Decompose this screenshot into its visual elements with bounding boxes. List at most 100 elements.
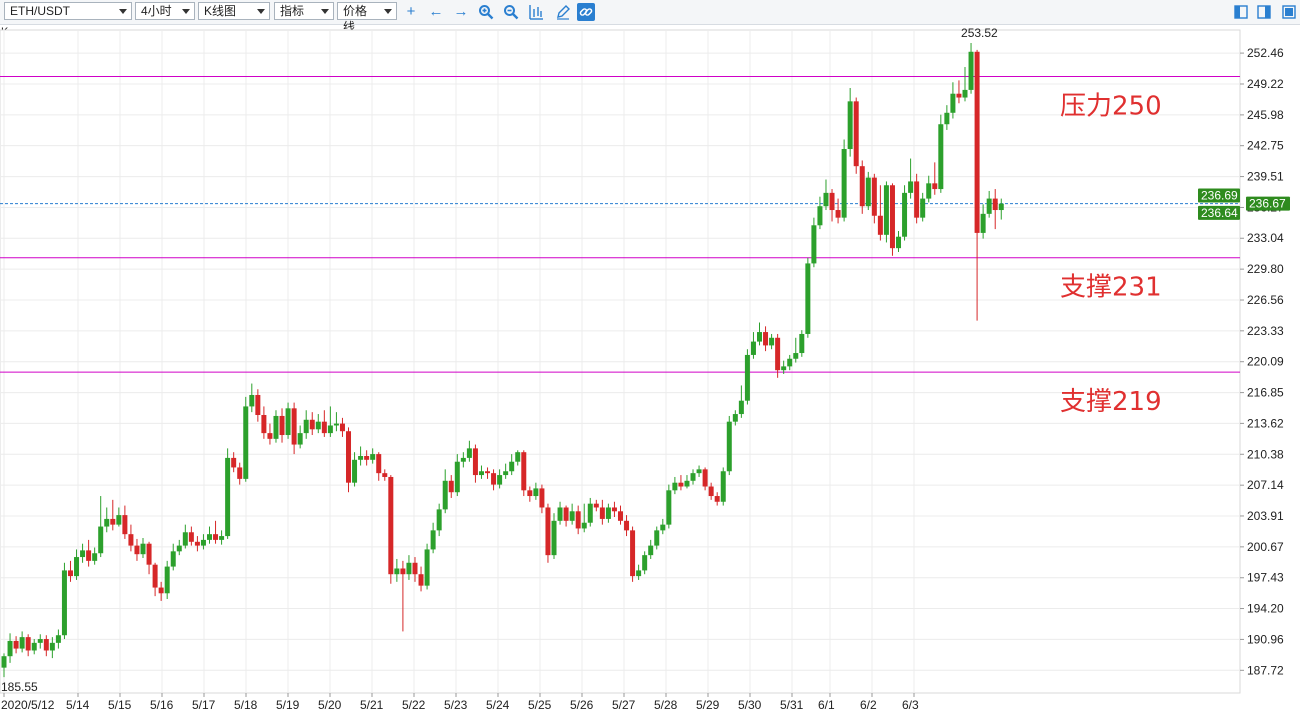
candle-body[interactable] [346, 431, 352, 483]
candle-body[interactable] [7, 640, 13, 657]
candle-body[interactable] [37, 639, 43, 643]
candle-body[interactable] [732, 414, 738, 422]
candle-body[interactable] [448, 480, 454, 493]
candle-body[interactable] [364, 455, 370, 460]
candle-body[interactable] [527, 490, 533, 497]
candle-body[interactable] [605, 507, 611, 519]
candle-body[interactable] [877, 215, 883, 235]
candle-body[interactable] [781, 366, 787, 371]
crosshair-icon[interactable]: + [402, 3, 420, 21]
candle-body[interactable] [231, 457, 237, 468]
candle-body[interactable] [757, 332, 762, 342]
candle-body[interactable] [116, 515, 122, 525]
candle-body[interactable] [889, 185, 895, 249]
candle-body[interactable] [672, 482, 678, 491]
candle-body[interactable] [339, 423, 345, 432]
candle-body[interactable] [297, 433, 303, 445]
candle-body[interactable] [376, 454, 382, 474]
candle-body[interactable] [497, 475, 503, 485]
candle-body[interactable] [110, 518, 116, 525]
panel-left-icon[interactable] [1232, 3, 1250, 21]
candle-body[interactable] [817, 206, 823, 226]
candlestick-chart[interactable]: 252.46249.22245.98242.75239.51236.27233.… [0, 25, 1300, 726]
candle-body[interactable] [273, 415, 279, 439]
candle-body[interactable] [188, 532, 194, 542]
candle-body[interactable] [575, 511, 581, 529]
candle-body[interactable] [956, 93, 962, 98]
candle-body[interactable] [950, 93, 956, 113]
candle-body[interactable] [624, 520, 630, 531]
candle-body[interactable] [98, 526, 104, 554]
candle-body[interactable] [55, 635, 61, 643]
candle-body[interactable] [944, 112, 950, 125]
candle-body[interactable] [49, 642, 55, 651]
candle-body[interactable] [352, 459, 358, 483]
candle-body[interactable] [581, 522, 587, 529]
candle-body[interactable] [86, 550, 92, 561]
candle-body[interactable] [557, 507, 563, 521]
candle-body[interactable] [92, 553, 98, 561]
candle-body[interactable] [545, 507, 551, 556]
candle-body[interactable] [865, 177, 871, 207]
candle-body[interactable] [738, 400, 744, 415]
candle-body[interactable] [853, 101, 859, 167]
candle-body[interactable] [920, 198, 926, 218]
candle-body[interactable] [750, 341, 756, 355]
candle-body[interactable] [80, 550, 86, 558]
candle-body[interactable] [31, 642, 37, 651]
candle-body[interactable] [225, 457, 231, 537]
arrow-right-icon[interactable]: → [452, 3, 470, 21]
candle-body[interactable] [932, 183, 938, 190]
candle-body[interactable] [25, 637, 31, 651]
candle-body[interactable] [358, 455, 364, 460]
candle-body[interactable] [303, 419, 309, 434]
candle-body[interactable] [593, 503, 599, 508]
candle-body[interactable] [859, 166, 865, 207]
candle-body[interactable] [158, 587, 164, 594]
candle-body[interactable] [509, 461, 515, 472]
candle-body[interactable] [660, 524, 666, 531]
candle-body[interactable] [1, 656, 7, 668]
candle-body[interactable] [787, 358, 793, 367]
candle-body[interactable] [654, 530, 660, 546]
candle-body[interactable] [533, 488, 539, 497]
candle-body[interactable] [309, 419, 315, 430]
candle-body[interactable] [539, 488, 545, 508]
candle-body[interactable] [472, 448, 478, 476]
candle-body[interactable] [249, 394, 255, 407]
candle-body[interactable] [394, 568, 400, 575]
candle-body[interactable] [243, 406, 249, 479]
chart-style-select[interactable]: K线图 [198, 2, 270, 20]
candle-body[interactable] [521, 452, 527, 491]
candle-body[interactable] [678, 482, 684, 487]
candle-body[interactable] [152, 564, 158, 588]
candle-body[interactable] [466, 448, 472, 458]
candle-body[interactable] [206, 534, 212, 540]
candle-body[interactable] [986, 198, 992, 214]
candle-body[interactable] [636, 570, 642, 577]
arrow-left-icon[interactable]: ← [427, 3, 445, 21]
candle-body[interactable] [720, 471, 726, 502]
candle-body[interactable] [140, 543, 146, 555]
candle-body[interactable] [648, 545, 654, 556]
candle-body[interactable] [485, 471, 491, 474]
candle-body[interactable] [914, 181, 920, 218]
candle-body[interactable] [406, 562, 412, 575]
candle-body[interactable] [829, 192, 835, 211]
candle-body[interactable] [938, 124, 944, 190]
candle-body[interactable] [811, 225, 817, 264]
candle-body[interactable] [194, 541, 200, 546]
candle-body[interactable] [442, 480, 448, 510]
candle-body[interactable] [883, 185, 889, 235]
candle-body[interactable] [962, 89, 968, 98]
symbol-select[interactable]: ETH/USDT [4, 2, 132, 20]
candle-body[interactable] [424, 549, 430, 586]
candle-body[interactable] [726, 421, 732, 472]
candle-body[interactable] [43, 639, 49, 651]
candle-body[interactable] [968, 51, 974, 90]
candle-body[interactable] [200, 539, 206, 546]
candle-body[interactable] [908, 181, 914, 193]
candle-body[interactable] [515, 452, 521, 462]
price-line-select[interactable]: 价格线 [337, 2, 397, 34]
candle-body[interactable] [666, 490, 672, 525]
